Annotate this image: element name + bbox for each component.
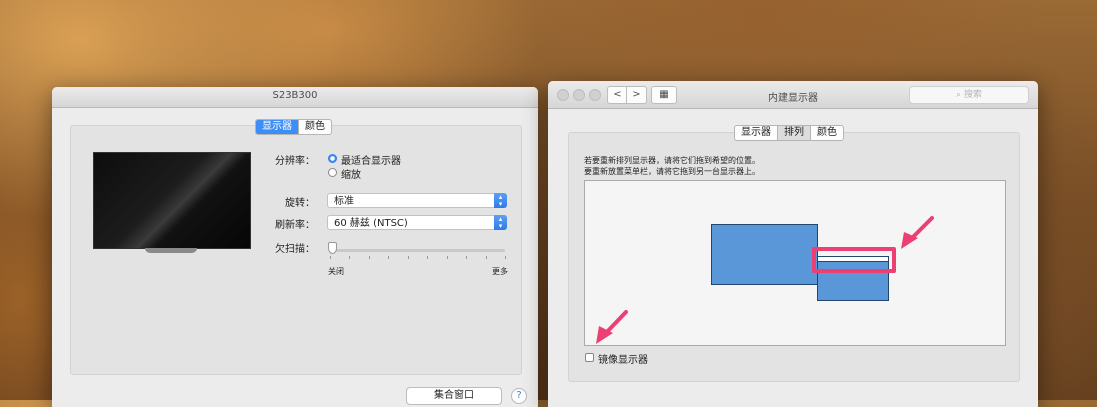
arrow-to-mirror-checkbox [596,310,628,344]
arrow-to-menubar [901,216,934,249]
annotation-arrows [596,216,934,344]
